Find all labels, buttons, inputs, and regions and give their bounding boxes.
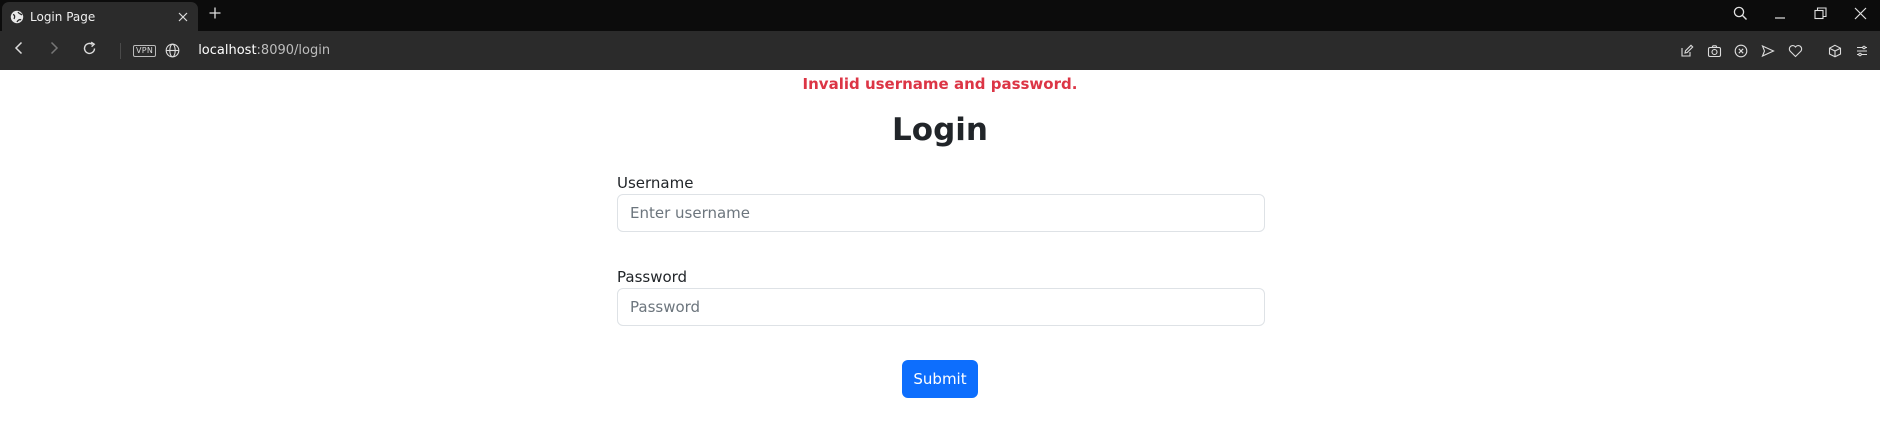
submit-button[interactable]: Submit — [902, 360, 978, 398]
toolbar-actions — [1677, 31, 1872, 70]
camera-icon[interactable] — [1704, 41, 1724, 61]
address-bar[interactable]: localhost:8090/login — [198, 43, 330, 58]
send-icon[interactable] — [1758, 41, 1778, 61]
search-tabs-button[interactable] — [1720, 0, 1760, 31]
username-group: Username — [617, 174, 1265, 232]
back-icon — [13, 41, 25, 60]
reload-icon — [82, 41, 97, 61]
restore-icon — [1813, 6, 1827, 25]
cube-icon[interactable] — [1825, 41, 1845, 61]
password-input[interactable] — [617, 288, 1265, 326]
page-title: Login — [892, 112, 988, 148]
toolbar-divider — [120, 42, 121, 59]
search-icon — [1733, 6, 1748, 26]
blocker-icon[interactable] — [1731, 41, 1751, 61]
browser-tab[interactable]: Login Page — [2, 2, 198, 31]
minimize-button[interactable] — [1760, 0, 1800, 31]
vpn-badge[interactable]: VPN — [133, 44, 157, 57]
error-message: Invalid username and password. — [802, 75, 1078, 93]
username-label: Username — [617, 174, 694, 192]
forward-icon — [48, 41, 60, 60]
window-controls — [1720, 0, 1880, 31]
close-icon[interactable] — [176, 10, 190, 24]
tab-strip: Login Page — [0, 0, 1880, 31]
url-host: localhost — [198, 43, 257, 58]
browser-toolbar: VPN localhost:8090/login — [0, 31, 1880, 70]
minimize-icon — [1774, 7, 1786, 25]
heart-icon[interactable] — [1785, 41, 1805, 61]
login-form: Username Password — [617, 174, 1265, 326]
edit-icon[interactable] — [1677, 41, 1697, 61]
password-label: Password — [617, 268, 688, 286]
page-content: Invalid username and password. Login Use… — [0, 70, 1880, 435]
globe-icon — [10, 10, 24, 24]
reload-button[interactable] — [76, 38, 102, 64]
navigation-buttons — [6, 38, 102, 64]
password-group: Password — [617, 268, 1265, 326]
back-button[interactable] — [6, 38, 32, 64]
tab-title: Login Page — [30, 9, 96, 24]
window-close-button[interactable] — [1840, 0, 1880, 31]
username-input[interactable] — [617, 194, 1265, 232]
new-tab-button[interactable] — [205, 5, 225, 25]
menu-icon[interactable] — [1852, 41, 1872, 61]
close-icon — [1854, 7, 1867, 25]
site-info-icon[interactable] — [164, 43, 180, 59]
plus-icon — [209, 6, 221, 24]
forward-button[interactable] — [41, 38, 67, 64]
restore-button[interactable] — [1800, 0, 1840, 31]
url-path: :8090/login — [256, 43, 331, 58]
